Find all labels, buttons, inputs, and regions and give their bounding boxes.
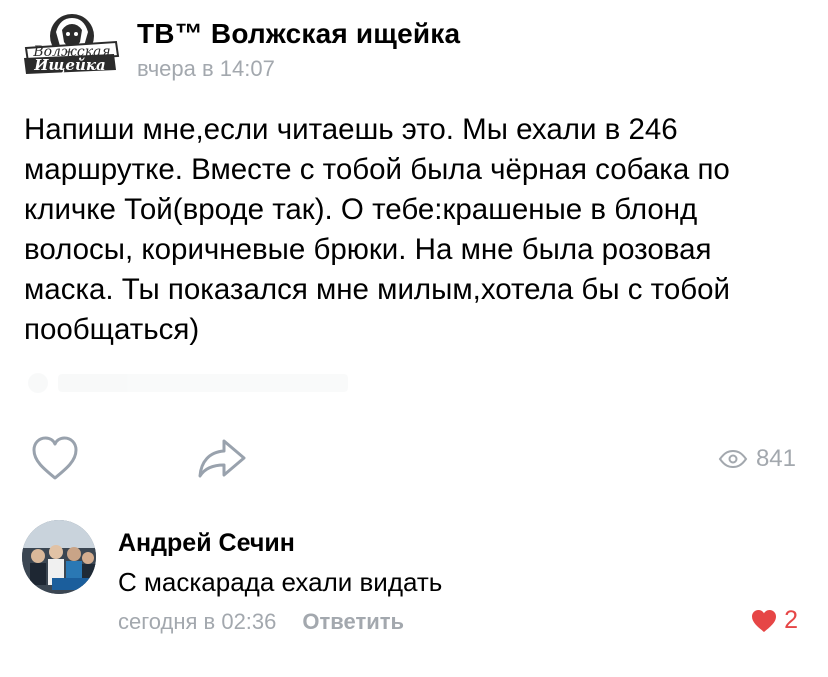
- like-button[interactable]: [30, 435, 80, 481]
- group-name[interactable]: ТВ™ Волжская ищейка: [137, 18, 460, 50]
- reply-button[interactable]: Ответить: [302, 608, 404, 636]
- post-header: Волжская Ищейка ТВ™ Волжская ищейка вчер…: [22, 10, 802, 81]
- post-actions: 841: [0, 430, 828, 490]
- comment: Андрей Сечин С маскарада ехали видать се…: [0, 514, 828, 644]
- views-counter: 841: [718, 444, 796, 474]
- heart-filled-icon: [752, 609, 777, 632]
- group-logo[interactable]: Волжская Ищейка: [22, 10, 120, 78]
- comment-text: С маскарада ехали видать: [118, 567, 443, 597]
- eye-icon: [718, 449, 748, 469]
- avatar[interactable]: [22, 520, 96, 594]
- faded-author-icon: [28, 373, 48, 393]
- comment-meta: сегодня в 02:36 Ответить: [118, 608, 404, 636]
- comment-author[interactable]: Андрей Сечин: [118, 528, 295, 558]
- heart-outline-icon: [32, 436, 78, 480]
- comment-like-button[interactable]: 2: [750, 606, 798, 635]
- comment-likes-count: 2: [784, 606, 798, 634]
- views-count: 841: [755, 445, 796, 472]
- post-text: Напиши мне,если читаешь это. Мы ехали в …: [24, 113, 731, 346]
- share-arrow-icon: [198, 439, 246, 478]
- faded-author-row: [28, 368, 388, 398]
- comment-time: сегодня в 02:36: [118, 609, 277, 634]
- post-time: вчера в 14:07: [137, 56, 275, 81]
- faded-author-text: [58, 374, 348, 392]
- logo-text-bottom: Ищейка: [33, 56, 106, 74]
- share-button[interactable]: [196, 436, 248, 480]
